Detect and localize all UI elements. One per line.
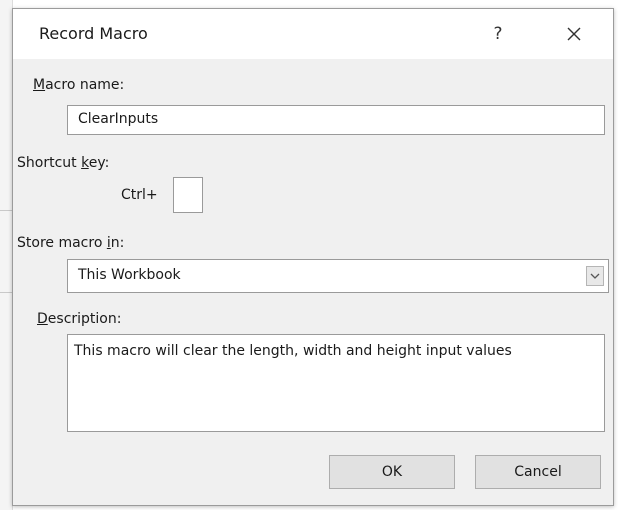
- description-hotkey: D: [37, 311, 48, 327]
- description-textarea[interactable]: This macro will clear the length, width …: [67, 334, 605, 432]
- record-macro-dialog: Record Macro ? Macro name: ClearInputs S…: [12, 8, 614, 506]
- background-gridline: [0, 210, 12, 211]
- store-macro-selected: This Workbook: [78, 267, 181, 283]
- shortcut-key-label: Shortcut key:: [17, 155, 109, 171]
- chevron-down-icon: [590, 273, 600, 279]
- macro-name-hotkey: M: [33, 77, 46, 93]
- store-macro-select[interactable]: This Workbook: [67, 259, 609, 293]
- store-macro-dropdown-button[interactable]: [586, 266, 604, 286]
- title-bar: Record Macro ?: [13, 9, 613, 59]
- ok-button[interactable]: OK: [329, 455, 455, 489]
- store-macro-label: Store macro in:: [17, 235, 124, 251]
- macro-name-label: Macro name:: [33, 77, 124, 93]
- macro-name-value: ClearInputs: [78, 111, 159, 127]
- shortcut-key-label-pre: Shortcut: [17, 155, 82, 171]
- help-button[interactable]: ?: [483, 21, 513, 47]
- dialog-title: Record Macro: [39, 24, 148, 43]
- shortcut-key-label-post: ey:: [88, 155, 110, 171]
- help-icon: ?: [493, 24, 503, 44]
- store-macro-label-pre: Store macro: [17, 235, 107, 251]
- background-gridline: [0, 292, 12, 293]
- store-macro-label-post: n:: [110, 235, 125, 251]
- description-label-text: escription:: [47, 311, 122, 327]
- close-icon: [567, 27, 581, 41]
- shortcut-key-hotkey: k: [81, 155, 89, 171]
- close-button[interactable]: [559, 21, 589, 47]
- macro-name-input[interactable]: ClearInputs: [67, 105, 605, 135]
- description-value: This macro will clear the length, width …: [74, 343, 512, 359]
- cancel-button[interactable]: Cancel: [475, 455, 601, 489]
- shortcut-key-input[interactable]: [173, 177, 203, 213]
- ctrl-prefix-label: Ctrl+: [121, 187, 158, 203]
- description-label: Description:: [37, 311, 121, 327]
- macro-name-label-text: acro name:: [45, 77, 125, 93]
